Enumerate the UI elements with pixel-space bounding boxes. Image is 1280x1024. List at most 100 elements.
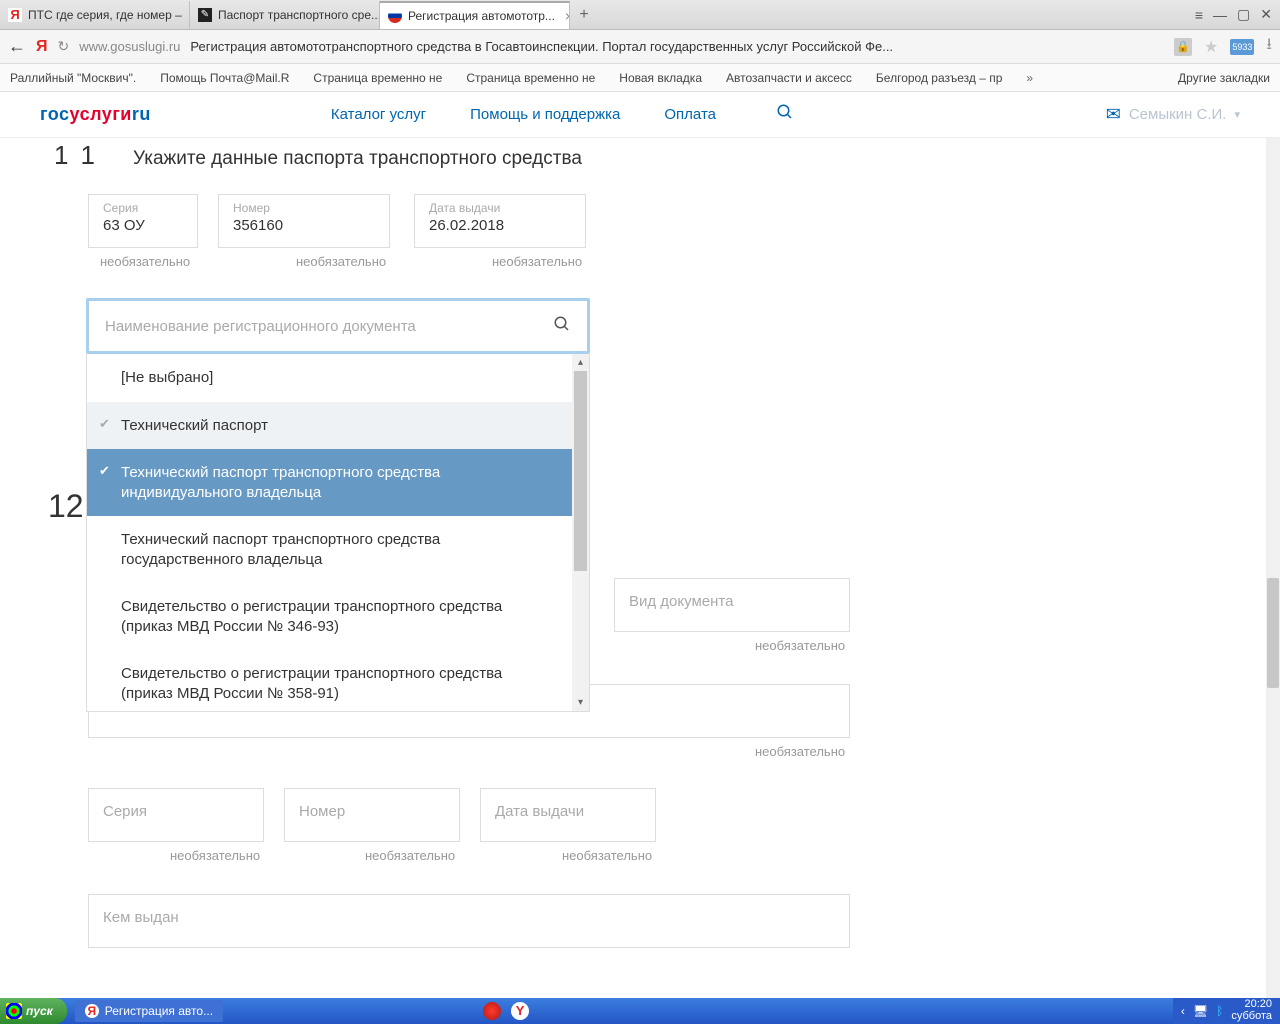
pen-favicon: ✎	[198, 8, 212, 22]
scroll-down-icon[interactable]: ▾	[572, 694, 589, 711]
nav-payment[interactable]: Оплата	[664, 106, 716, 123]
scrollbar-thumb[interactable]	[1267, 578, 1279, 688]
field-placeholder: Кем выдан	[103, 909, 835, 926]
scroll-up-icon[interactable]: ▴	[572, 354, 589, 371]
dropdown-option[interactable]: ✔ Технический паспорт	[87, 402, 589, 450]
pts-nomer-field[interactable]: Номер 356160	[218, 194, 390, 248]
bookmark-item[interactable]: Помощь Почта@Mail.R	[160, 71, 289, 85]
tab-title: ПТС где серия, где номер –	[28, 8, 182, 22]
user-menu[interactable]: ✉ Семыкин С.И. ▾	[1106, 104, 1240, 125]
url-host[interactable]: www.gosuslugi.ru	[79, 39, 180, 54]
nav-help[interactable]: Помощь и поддержка	[470, 106, 620, 123]
bookmark-item[interactable]: Страница временно не	[313, 71, 442, 85]
dropdown-search-input[interactable]	[86, 298, 590, 354]
extension-badge-icon[interactable]: 5933	[1230, 39, 1254, 55]
field-label: Дата выдачи	[429, 201, 571, 215]
dropdown-option[interactable]: Свидетельство о регистрации транспортног…	[87, 650, 589, 717]
section-11-header: 11 Укажите данные паспорта транспортного…	[54, 140, 582, 171]
optional-hint: необязательно	[492, 254, 582, 269]
opera-icon[interactable]	[483, 1002, 501, 1020]
optional-hint: необязательно	[755, 638, 845, 653]
bookmarks-overflow-icon[interactable]: »	[1026, 71, 1033, 85]
section-number: 11	[54, 140, 109, 171]
dropdown-option-selected[interactable]: ✔ Технический паспорт транспортного сред…	[87, 449, 589, 516]
kem-vydan-field[interactable]: Кем выдан	[88, 894, 850, 948]
vid-documenta-field[interactable]: Вид документа	[614, 578, 850, 632]
url-title[interactable]: Регистрация автомототранспортного средст…	[190, 39, 1164, 54]
bookmark-item[interactable]: Новая вкладка	[619, 71, 702, 85]
section-title-text: Укажите данные паспорта транспортного ср…	[133, 148, 582, 170]
field-label: Серия	[103, 201, 183, 215]
close-window-icon[interactable]: ✕	[1260, 6, 1272, 23]
mail-icon: ✉	[1106, 104, 1121, 125]
page-scrollbar[interactable]	[1266, 138, 1280, 998]
field-placeholder: Номер	[299, 803, 445, 820]
user-name: Семыкин С.И.	[1129, 106, 1227, 123]
optional-hint: необязательно	[170, 848, 260, 863]
browser-tab[interactable]: Я ПТС где серия, где номер –	[0, 1, 190, 29]
bookmark-item[interactable]: Раллийный "Москвич".	[10, 71, 136, 85]
ru-flag-favicon	[388, 9, 402, 23]
optional-hint: необязательно	[755, 744, 845, 759]
new-tab-button[interactable]: +	[570, 6, 598, 24]
section-12-number: 12	[48, 488, 84, 525]
pts-seria-field[interactable]: Серия 63 ОУ	[88, 194, 198, 248]
search-icon	[553, 315, 571, 338]
minimize-icon[interactable]: —	[1213, 7, 1227, 23]
browser-tab-strip: Я ПТС где серия, где номер – ✎ Паспорт т…	[0, 0, 1280, 30]
back-button[interactable]: ←	[8, 36, 26, 57]
dropdown-scrollbar[interactable]: ▴ ▾	[572, 354, 589, 711]
search-icon[interactable]	[776, 103, 794, 126]
maximize-icon[interactable]: ▢	[1237, 6, 1250, 23]
yandex-favicon: Я	[8, 8, 22, 22]
search-input[interactable]	[105, 318, 553, 335]
check-icon: ✔	[99, 416, 110, 433]
tray-display-icon[interactable]: 🖥	[1193, 1004, 1208, 1018]
dropdown-option-none[interactable]: [Не выбрано]	[87, 354, 589, 402]
site-nav: Каталог услуг Помощь и поддержка Оплата	[331, 106, 716, 123]
bookmark-item[interactable]: Белгород разъезд – пр	[876, 71, 1002, 85]
scrollbar-thumb[interactable]	[574, 371, 587, 571]
dropdown-option[interactable]: Технический паспорт транспортного средст…	[87, 516, 589, 583]
optional-hint: необязательно	[296, 254, 386, 269]
field-label: Номер	[233, 201, 375, 215]
doc-date-field[interactable]: Дата выдачи	[480, 788, 656, 842]
taskbar-app[interactable]: Я Регистрация авто...	[75, 1000, 223, 1022]
bookmark-item[interactable]: Автозапчасти и аксесс	[726, 71, 852, 85]
doc-seria-field[interactable]: Серия	[88, 788, 264, 842]
check-icon: ✔	[99, 463, 110, 480]
taskbar-clock[interactable]: 20:20 суббота	[1231, 999, 1272, 1022]
dropdown-option[interactable]: Свидетельство о регистрации транспортног…	[87, 583, 589, 650]
tab-title: Регистрация автомототр...	[408, 9, 555, 23]
browser-tab[interactable]: ✎ Паспорт транспортного сре...	[190, 1, 380, 29]
field-placeholder: Вид документа	[629, 593, 835, 610]
field-value: 356160	[233, 217, 375, 234]
yandex-browser-icon[interactable]: Y	[511, 1002, 529, 1020]
page-content: 11 Укажите данные паспорта транспортного…	[0, 138, 1266, 998]
reload-icon[interactable]: ↻	[58, 38, 70, 55]
browser-tab-active[interactable]: Регистрация автомототр... ×	[380, 1, 570, 29]
windows-taskbar: пуск Я Регистрация авто... Y ‹ 🖥 ᛒ 20:20…	[0, 998, 1280, 1024]
optional-hint: необязательно	[365, 848, 455, 863]
gosuslugi-logo[interactable]: госуслугиru	[40, 104, 151, 125]
hamburger-icon[interactable]: ≡	[1195, 7, 1203, 23]
bookmark-item[interactable]: Страница временно не	[466, 71, 595, 85]
lock-icon[interactable]: 🔒	[1174, 38, 1192, 56]
field-value: 63 ОУ	[103, 217, 183, 234]
system-tray: ‹ 🖥 ᛒ 20:20 суббота	[1173, 998, 1280, 1024]
tray-bluetooth-icon[interactable]: ᛒ	[1216, 1004, 1223, 1018]
download-icon[interactable]: ⭳	[1266, 33, 1272, 60]
yandex-logo-icon[interactable]: Я	[36, 38, 48, 56]
doc-nomer-field[interactable]: Номер	[284, 788, 460, 842]
tray-chevron-icon[interactable]: ‹	[1181, 1004, 1185, 1018]
site-header: госуслугиru Каталог услуг Помощь и подде…	[0, 92, 1280, 138]
other-bookmarks[interactable]: Другие закладки	[1178, 71, 1270, 85]
nav-catalog[interactable]: Каталог услуг	[331, 106, 426, 123]
tab-title: Паспорт транспортного сре...	[218, 8, 380, 22]
chevron-down-icon: ▾	[1234, 108, 1240, 121]
bookmarks-bar: Раллийный "Москвич". Помощь Почта@Mail.R…	[0, 64, 1280, 92]
star-icon[interactable]: ★	[1204, 37, 1218, 57]
optional-hint: необязательно	[100, 254, 190, 269]
start-button[interactable]: пуск	[0, 998, 67, 1024]
pts-date-field[interactable]: Дата выдачи 26.02.2018	[414, 194, 586, 248]
